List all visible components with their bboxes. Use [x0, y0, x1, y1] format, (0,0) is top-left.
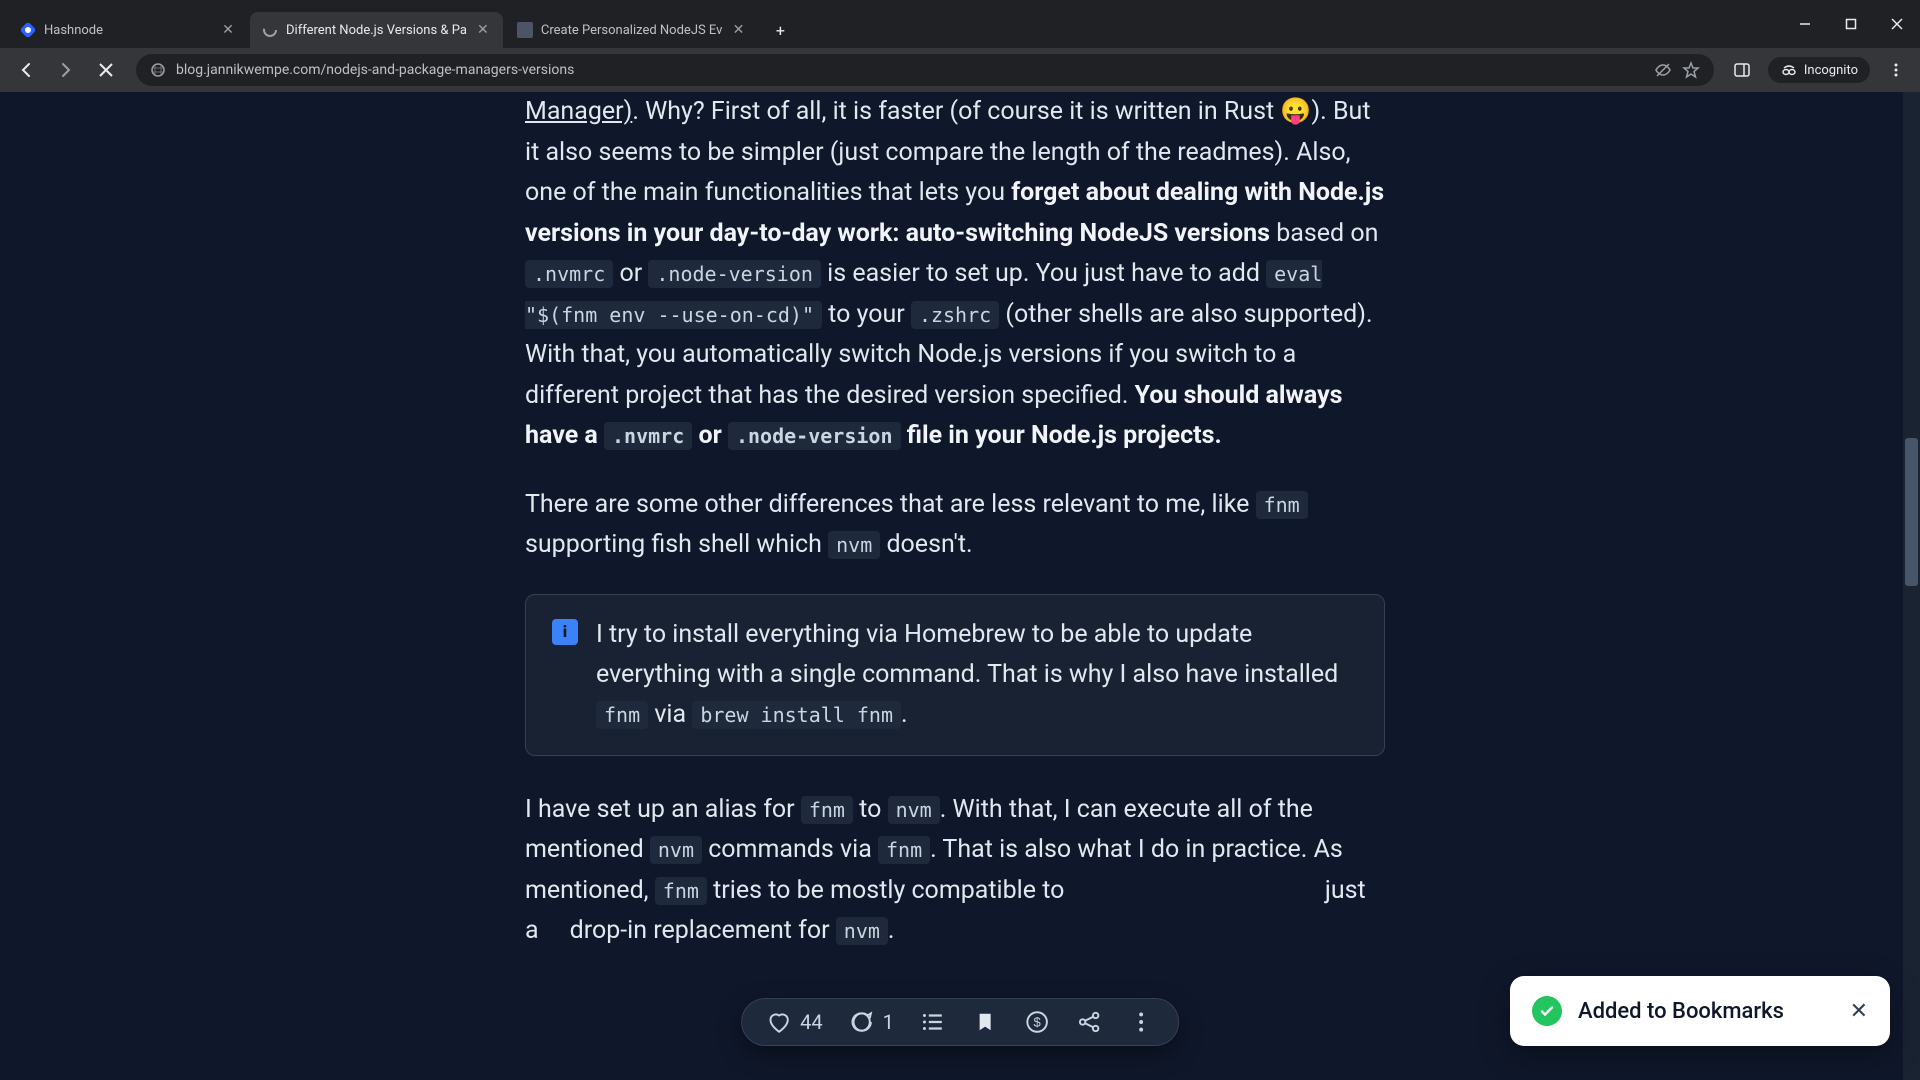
bookmark-toast: Added to Bookmarks ✕ [1510, 976, 1890, 1046]
tab-nodejs-events[interactable]: Create Personalized NodeJS Ev ✕ [505, 12, 759, 48]
incognito-indicator[interactable]: Incognito [1768, 57, 1870, 83]
star-icon[interactable] [1682, 61, 1700, 79]
like-count: 44 [800, 1010, 822, 1034]
incognito-label: Incognito [1804, 63, 1858, 78]
stop-reload-button[interactable] [88, 52, 124, 88]
tab-article[interactable]: Different Node.js Versions & Pa ✕ [250, 12, 503, 48]
dollar-icon: $ [1024, 1009, 1050, 1035]
tab-bar: Hashnode ✕ Different Node.js Versions & … [0, 0, 1920, 48]
tab-hashnode[interactable]: Hashnode ✕ [8, 12, 248, 48]
comment-icon [849, 1009, 875, 1035]
site-info-icon[interactable] [150, 62, 166, 78]
svg-text:$: $ [1033, 1014, 1041, 1029]
comment-count: 1 [883, 1010, 894, 1034]
url-text: blog.jannikwempe.com/nodejs-and-package-… [176, 62, 1644, 78]
paragraph: There are some other differences that ar… [525, 485, 1385, 566]
manager-link[interactable]: Manager) [525, 97, 632, 126]
eye-off-icon[interactable] [1654, 61, 1672, 79]
share-icon [1076, 1009, 1102, 1035]
close-icon[interactable]: ✕ [220, 22, 236, 38]
page-favicon [517, 22, 533, 38]
toast-text: Added to Bookmarks [1578, 999, 1834, 1024]
toc-button[interactable] [920, 1009, 946, 1035]
minimize-button[interactable] [1782, 0, 1828, 48]
check-icon [1532, 996, 1562, 1026]
close-icon[interactable]: ✕ [730, 22, 746, 38]
scrollbar-thumb[interactable] [1905, 438, 1918, 586]
info-icon: i [552, 619, 578, 645]
sponsor-button[interactable]: $ [1024, 1009, 1050, 1035]
info-callout: i I try to install everything via Homebr… [525, 594, 1385, 756]
close-window-button[interactable] [1874, 0, 1920, 48]
url-box[interactable]: blog.jannikwempe.com/nodejs-and-package-… [136, 54, 1714, 86]
article-body: Manager). Why? First of all, it is faste… [0, 92, 1900, 1020]
comment-button[interactable]: 1 [849, 1009, 894, 1035]
action-bar: 44 1 $ [741, 998, 1179, 1046]
back-button[interactable] [8, 52, 44, 88]
viewport: Manager). Why? First of all, it is faste… [0, 92, 1920, 1080]
paragraph: Manager). Why? First of all, it is faste… [525, 92, 1385, 457]
forward-button[interactable] [48, 52, 84, 88]
heart-icon [766, 1009, 792, 1035]
hashnode-icon [20, 22, 36, 38]
toast-close-button[interactable]: ✕ [1850, 999, 1868, 1024]
callout-body: I try to install everything via Homebrew… [596, 615, 1358, 735]
paragraph: I have set up an alias for fnm to nvm. W… [525, 790, 1385, 952]
menu-button[interactable] [1880, 54, 1912, 86]
close-icon[interactable]: ✕ [475, 22, 491, 38]
bookmark-button[interactable] [972, 1009, 998, 1035]
like-button[interactable]: 44 [766, 1009, 822, 1035]
share-button[interactable] [1076, 1009, 1102, 1035]
tab-title: Different Node.js Versions & Pa [286, 23, 467, 38]
address-bar: blog.jannikwempe.com/nodejs-and-package-… [0, 48, 1920, 92]
new-tab-button[interactable]: + [766, 16, 794, 44]
incognito-icon [1780, 61, 1798, 79]
tab-title: Create Personalized NodeJS Ev [541, 23, 723, 38]
loading-icon [262, 22, 278, 38]
bookmark-icon [972, 1009, 998, 1035]
maximize-button[interactable] [1828, 0, 1874, 48]
more-button[interactable] [1128, 1009, 1154, 1035]
list-icon [920, 1009, 946, 1035]
side-panel-icon[interactable] [1726, 54, 1758, 86]
scrollbar[interactable] [1903, 92, 1920, 1080]
tab-title: Hashnode [44, 23, 212, 38]
more-icon [1128, 1009, 1154, 1035]
